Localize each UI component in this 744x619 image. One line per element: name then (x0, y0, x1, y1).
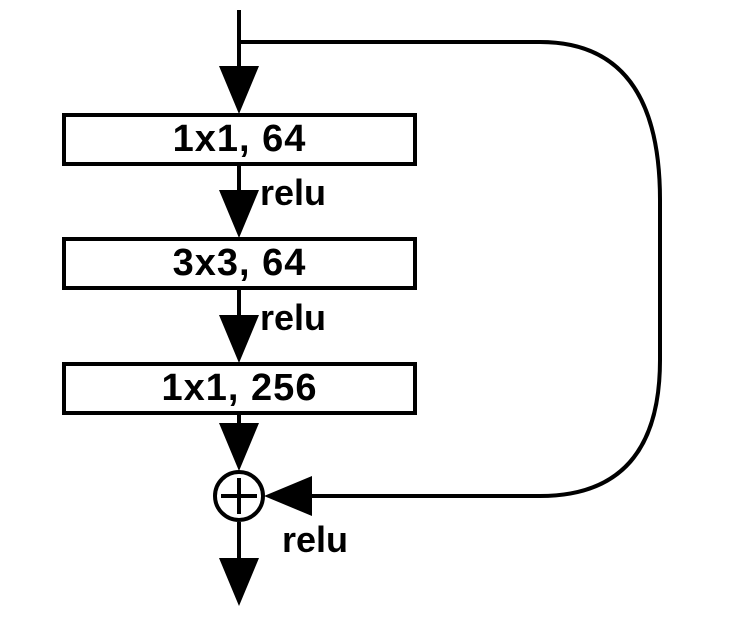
conv-block-2: 3x3, 64 (62, 237, 417, 290)
diagram-connections (0, 0, 744, 619)
activation-label-2: relu (260, 297, 326, 339)
conv-block-1: 1x1, 64 (62, 113, 417, 166)
block-label: 1x1, 64 (173, 118, 307, 161)
activation-label-1: relu (260, 172, 326, 214)
activation-label-3: relu (282, 519, 348, 561)
conv-block-3: 1x1, 256 (62, 362, 417, 415)
residual-block-diagram: 1x1, 64 relu 3x3, 64 relu 1x1, 256 relu (0, 0, 744, 619)
block-label: 1x1, 256 (162, 367, 318, 410)
block-label: 3x3, 64 (173, 242, 307, 285)
add-operation-icon (213, 470, 265, 522)
